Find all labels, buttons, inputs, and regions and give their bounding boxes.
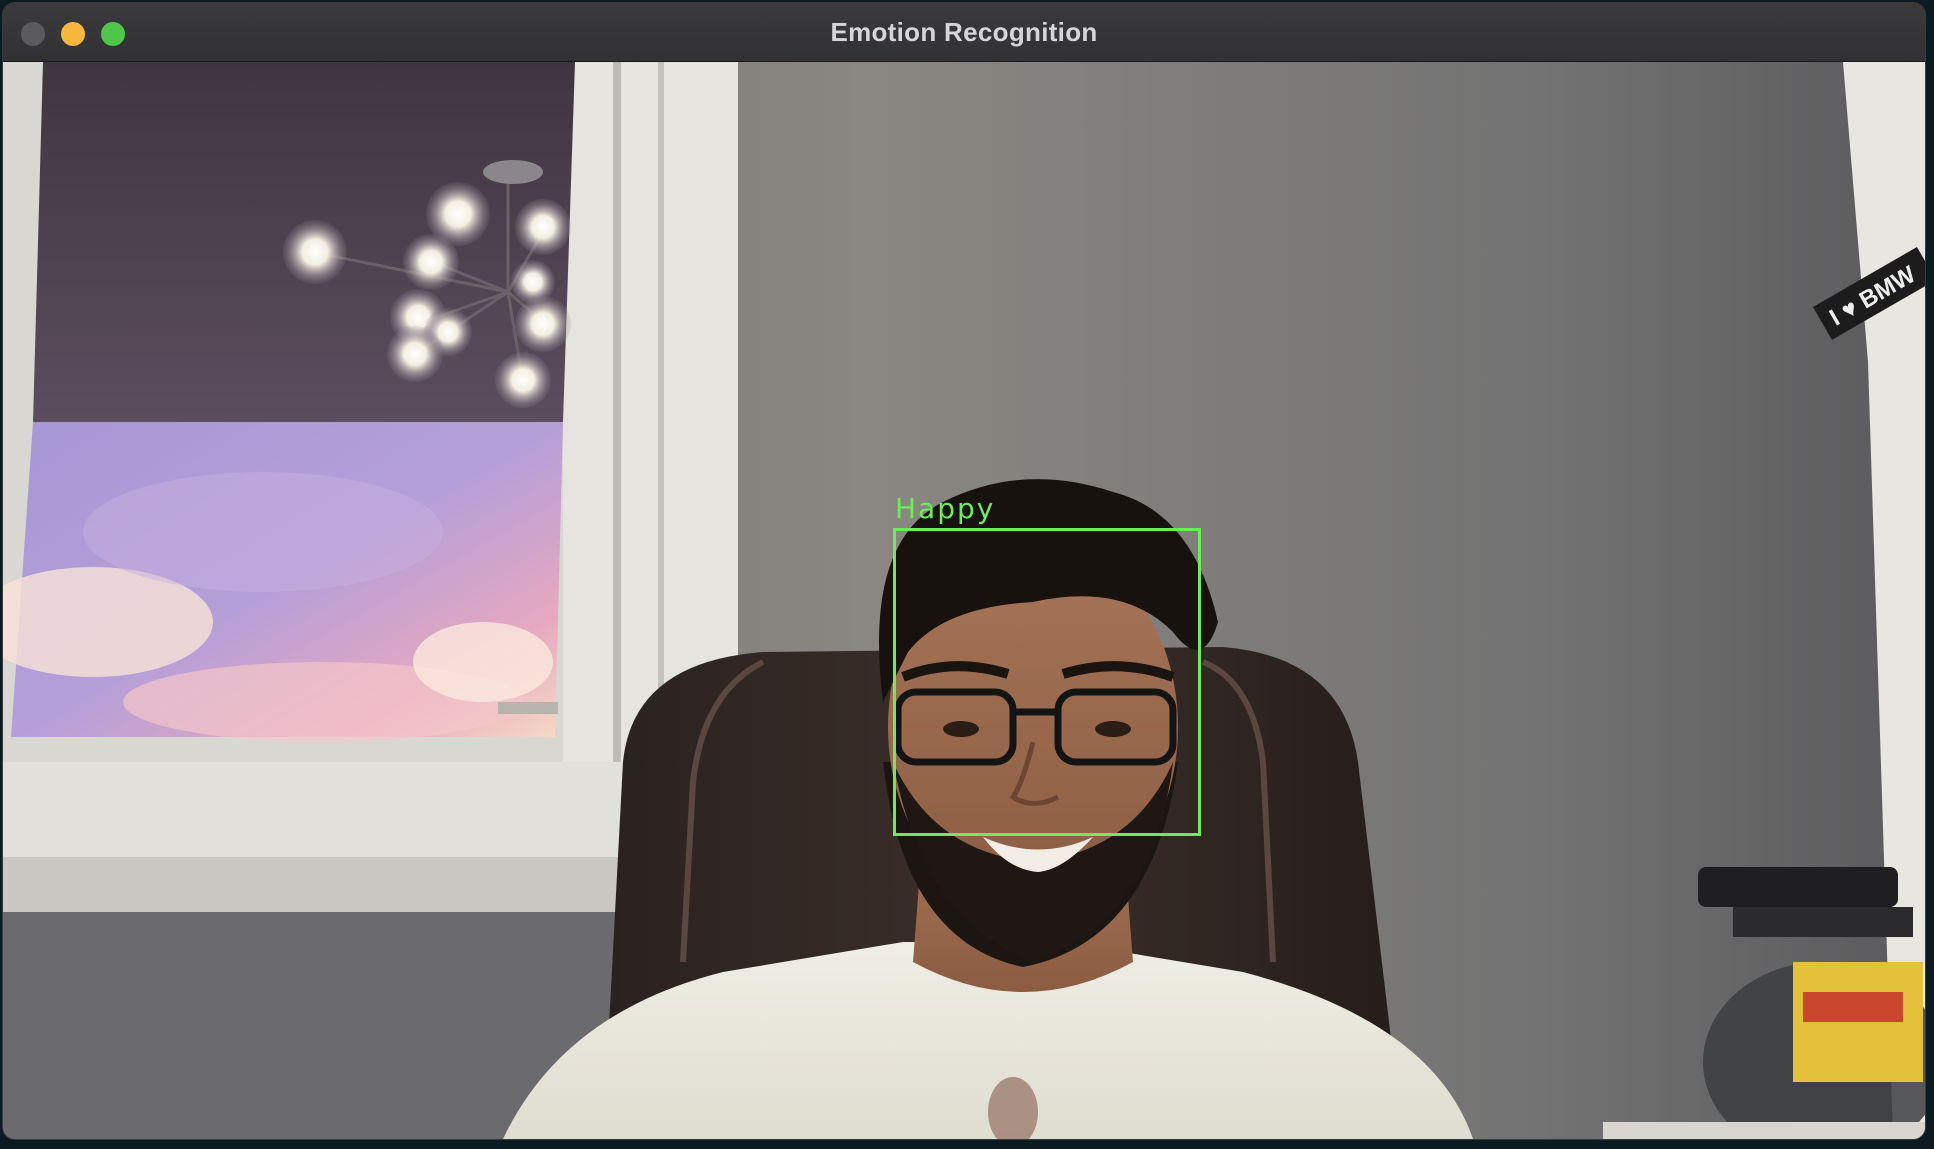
title-bar[interactable]: Emotion Recognition	[3, 3, 1925, 62]
emotion-label: Happy	[895, 492, 996, 525]
window-title: Emotion Recognition	[830, 17, 1098, 47]
camera-feed: I ♥ BMW Happy	[3, 62, 1925, 1139]
face-detection-box	[893, 528, 1201, 836]
app-window: Emotion Recognition I ♥ BMW Happy	[3, 3, 1925, 1139]
